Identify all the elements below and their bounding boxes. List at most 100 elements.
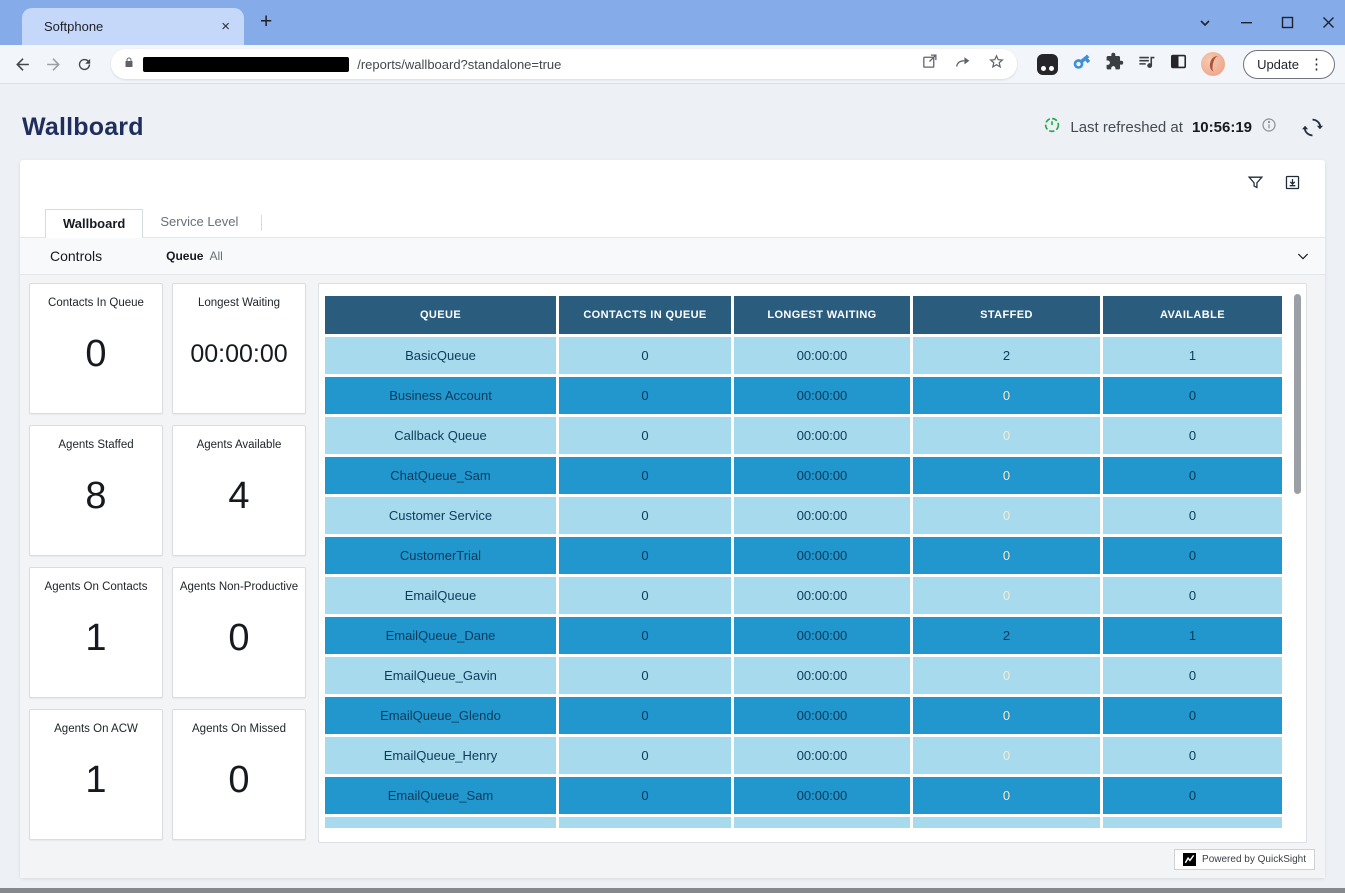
kpi-card: Agents On Missed 0 [172,709,306,840]
url-text: /reports/wallboard?standalone=true [357,57,913,72]
update-button[interactable]: Update ⋮ [1243,50,1335,79]
cell-contacts-in-queue: 0 [559,377,731,414]
cell-staffed: 0 [913,457,1100,494]
cell-longest-waiting: 00:00:00 [734,577,910,614]
extensions-puzzle-icon[interactable] [1105,52,1124,76]
cell-staffed: 0 [913,777,1100,814]
table-row[interactable]: ChatQueue_Sam 0 00:00:00 0 0 [325,457,1282,494]
filter-icon[interactable] [1247,174,1264,196]
queue-filter-value[interactable]: All [209,249,222,263]
last-refreshed-label: Last refreshed at [1070,119,1183,136]
cell-contacts-in-queue: 0 [559,457,731,494]
cell-available: 0 [1103,577,1282,614]
dashboard-sheet: Wallboard Service Level Controls Queue A… [20,160,1325,878]
kpi-card: Longest Waiting 00:00:00 [172,283,306,414]
window-minimize-button[interactable] [1240,16,1253,29]
kpi-card: Agents Staffed 8 [29,425,163,556]
cell-longest-waiting: 00:00:00 [734,657,910,694]
cell-available: 0 [1103,737,1282,774]
cell-contacts-in-queue: 0 [559,577,731,614]
queue-filter-label[interactable]: Queue [166,249,203,263]
table-row[interactable]: BasicQueue 0 00:00:00 2 1 [325,337,1282,374]
controls-collapse-icon[interactable] [1295,248,1311,264]
header-cell: LONGEST WAITING [734,296,910,334]
page-title: Wallboard [22,113,144,142]
cell-queue: EmailQueue_Sam [325,777,556,814]
table-row[interactable]: Callback Queue 0 00:00:00 0 0 [325,417,1282,454]
cell-contacts-in-queue: 0 [559,497,731,534]
table-row[interactable]: EmailQueue_T 0 00:00:00 0 0 [325,817,1282,828]
lock-icon [123,55,135,74]
table-row[interactable]: EmailQueue_Henry 0 00:00:00 0 0 [325,737,1282,774]
cell-available: 0 [1103,537,1282,574]
new-tab-button[interactable]: + [260,12,272,32]
kpi-value: 0 [228,721,249,839]
cell-staffed: 0 [913,537,1100,574]
bookmark-star-icon[interactable] [988,53,1005,75]
table-header-row: QUEUECONTACTS IN QUEUELONGEST WAITINGSTA… [325,296,1282,334]
cell-longest-waiting: 00:00:00 [734,777,910,814]
open-in-new-icon[interactable] [921,53,938,75]
tab-close-icon[interactable]: × [217,18,234,35]
table-row[interactable]: Customer Service 0 00:00:00 0 0 [325,497,1282,534]
refresh-button[interactable] [1302,117,1323,138]
table-row[interactable]: EmailQueue 0 00:00:00 0 0 [325,577,1282,614]
controls-label: Controls [50,248,102,264]
table-row[interactable]: EmailQueue_Gavin 0 00:00:00 0 0 [325,657,1282,694]
cell-contacts-in-queue: 0 [559,337,731,374]
browser-tab[interactable]: Softphone × [22,8,244,45]
header-cell: QUEUE [325,296,556,334]
cell-queue: EmailQueue_Glendo [325,697,556,734]
tab-service-level[interactable]: Service Level [143,208,255,237]
powered-by-badge[interactable]: Powered by QuickSight [1174,849,1315,870]
extension-key-icon[interactable] [1071,51,1092,77]
forward-button[interactable] [41,51,66,77]
cell-longest-waiting: 00:00:00 [734,817,910,828]
cell-staffed: 0 [913,737,1100,774]
extension-dark-icon[interactable] [1037,54,1058,75]
queue-table-panel: QUEUECONTACTS IN QUEUELONGEST WAITINGSTA… [318,283,1307,843]
cell-queue: Business Account [325,377,556,414]
cell-available: 0 [1103,697,1282,734]
table-row[interactable]: EmailQueue_Sam 0 00:00:00 0 0 [325,777,1282,814]
cell-staffed: 2 [913,337,1100,374]
cell-longest-waiting: 00:00:00 [734,337,910,374]
url-bar[interactable]: /reports/wallboard?standalone=true [111,49,1017,79]
table-row[interactable]: CustomerTrial 0 00:00:00 0 0 [325,537,1282,574]
cell-queue: EmailQueue_Gavin [325,657,556,694]
back-button[interactable] [10,51,35,77]
cell-longest-waiting: 00:00:00 [734,377,910,414]
kpi-value: 8 [85,437,106,555]
info-icon[interactable] [1261,117,1277,137]
reload-button[interactable] [72,51,97,77]
header-cell: CONTACTS IN QUEUE [559,296,731,334]
extension-playlist-icon[interactable] [1137,52,1156,76]
cell-queue: Customer Service [325,497,556,534]
share-icon[interactable] [954,53,972,75]
cell-available: 1 [1103,337,1282,374]
table-scrollbar[interactable] [1294,294,1301,494]
browser-menu-icon[interactable]: ⋮ [1305,55,1328,73]
export-icon[interactable] [1284,174,1301,196]
window-chevron-icon[interactable] [1198,16,1212,30]
cell-staffed: 0 [913,657,1100,694]
table-row[interactable]: EmailQueue_Dane 0 00:00:00 2 1 [325,617,1282,654]
cell-queue: EmailQueue [325,577,556,614]
tab-wallboard[interactable]: Wallboard [45,209,143,238]
cell-longest-waiting: 00:00:00 [734,537,910,574]
cell-staffed: 0 [913,577,1100,614]
table-row[interactable]: Business Account 0 00:00:00 0 0 [325,377,1282,414]
window-close-button[interactable] [1322,16,1335,29]
extension-reader-icon[interactable] [1169,52,1188,76]
cell-queue: EmailQueue_Dane [325,617,556,654]
cell-queue: BasicQueue [325,337,556,374]
timer-icon [1043,116,1061,138]
table-row[interactable]: EmailQueue_Glendo 0 00:00:00 0 0 [325,697,1282,734]
profile-avatar[interactable] [1201,52,1225,76]
kpi-value: 4 [228,437,249,555]
window-maximize-button[interactable] [1281,16,1294,29]
queue-table: QUEUECONTACTS IN QUEUELONGEST WAITINGSTA… [325,296,1282,828]
page-header: Wallboard Last refreshed at 10:56:19 [0,84,1345,160]
cell-contacts-in-queue: 0 [559,657,731,694]
cell-staffed: 0 [913,497,1100,534]
